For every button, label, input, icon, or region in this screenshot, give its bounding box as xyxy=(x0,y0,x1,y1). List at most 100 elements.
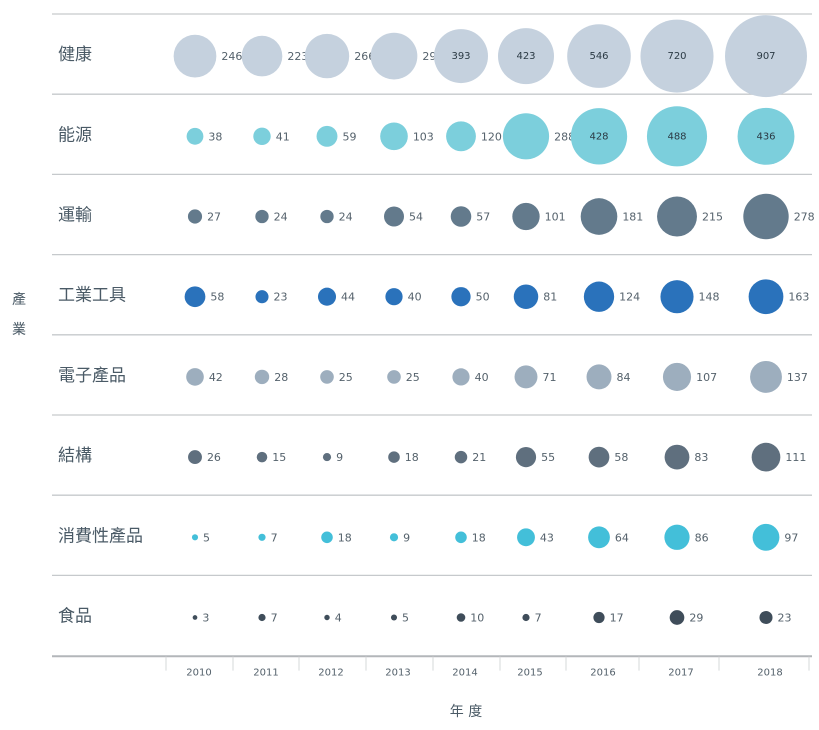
bubble xyxy=(522,614,529,621)
bubble xyxy=(390,533,398,541)
value-label: 101 xyxy=(545,211,566,224)
value-label: 24 xyxy=(339,211,353,224)
category-label: 能源 xyxy=(58,125,92,145)
bubble xyxy=(242,36,283,77)
bubble xyxy=(388,451,400,463)
value-label: 40 xyxy=(408,291,422,304)
x-axis-title: 年 度 xyxy=(450,704,482,720)
bubble xyxy=(305,34,349,78)
value-label: 120 xyxy=(481,130,502,143)
bubble xyxy=(743,194,788,239)
value-label: 54 xyxy=(409,211,423,224)
value-label: 9 xyxy=(403,531,410,544)
value-label: 107 xyxy=(696,371,717,384)
value-label: 40 xyxy=(475,371,489,384)
bubble xyxy=(455,532,467,544)
bubble xyxy=(255,210,268,223)
value-label: 55 xyxy=(541,451,555,464)
bubble xyxy=(452,368,469,385)
value-label: 18 xyxy=(338,531,352,544)
value-label: 278 xyxy=(794,211,815,224)
value-label: 436 xyxy=(756,131,775,142)
y-axis-title-char: 產 xyxy=(12,291,26,308)
x-tick-label: 2015 xyxy=(517,668,542,679)
value-label: 5 xyxy=(203,531,210,544)
value-label: 15 xyxy=(272,451,286,464)
value-label: 428 xyxy=(589,131,608,142)
bubble xyxy=(185,286,206,307)
bubble xyxy=(324,615,329,620)
value-label: 27 xyxy=(207,211,221,224)
x-tick-label: 2017 xyxy=(668,668,693,679)
x-tick-label: 2016 xyxy=(590,668,615,679)
bubble xyxy=(188,209,202,223)
value-label: 546 xyxy=(589,51,608,62)
bubble xyxy=(455,451,467,463)
bubble xyxy=(664,525,689,550)
bubble xyxy=(657,197,697,237)
bubble xyxy=(752,443,781,472)
value-label: 84 xyxy=(616,371,630,384)
bubble xyxy=(588,526,610,548)
x-axis: 201020112012201320142015201620172018 xyxy=(52,657,812,679)
bubble xyxy=(193,615,198,620)
category-label: 電子產品 xyxy=(58,366,126,386)
bubble xyxy=(663,363,691,391)
bubble xyxy=(581,198,618,235)
bubble xyxy=(451,287,470,306)
value-label: 103 xyxy=(413,130,434,143)
value-label: 3 xyxy=(202,612,209,625)
bubble xyxy=(323,453,331,461)
value-label: 907 xyxy=(756,51,775,62)
bubble xyxy=(258,614,265,621)
x-tick-label: 2013 xyxy=(385,668,410,679)
bubble xyxy=(174,35,217,78)
bubble xyxy=(255,290,268,303)
y-axis-title-char: 業 xyxy=(12,322,26,338)
value-label: 7 xyxy=(271,531,278,544)
bubble xyxy=(517,528,535,546)
x-tick-label: 2014 xyxy=(452,668,477,679)
category-label: 工業工具 xyxy=(58,286,126,306)
value-label: 7 xyxy=(535,612,542,625)
value-label: 18 xyxy=(405,451,419,464)
value-label: 58 xyxy=(614,451,628,464)
bubble xyxy=(380,122,408,150)
value-label: 25 xyxy=(339,371,353,384)
category-label: 消費性產品 xyxy=(58,526,143,546)
bubble xyxy=(759,611,772,624)
bubble xyxy=(391,614,397,620)
bubble xyxy=(516,447,536,467)
value-label: 86 xyxy=(695,531,709,544)
bubble xyxy=(187,128,204,145)
category-label: 結構 xyxy=(58,446,92,466)
bubble xyxy=(385,288,402,305)
value-label: 17 xyxy=(610,612,624,625)
value-label: 44 xyxy=(341,291,355,304)
bubble xyxy=(587,364,612,389)
bubble xyxy=(451,206,472,227)
bubble-chart: 健康能源運輸工業工具電子產品結構消費性產品食品 2462232662943934… xyxy=(0,0,819,730)
value-label: 59 xyxy=(342,130,356,143)
bubble xyxy=(660,280,693,313)
bubble xyxy=(257,452,268,463)
value-label: 111 xyxy=(785,451,806,464)
value-label: 4 xyxy=(335,612,342,625)
bubble xyxy=(515,365,538,388)
bubble xyxy=(186,368,204,386)
value-label: 29 xyxy=(689,612,703,625)
y-axis-title: 產業 xyxy=(12,291,26,338)
bubble xyxy=(320,370,334,384)
value-label: 23 xyxy=(274,291,288,304)
bubble xyxy=(258,534,265,541)
value-label: 41 xyxy=(276,130,290,143)
value-label: 38 xyxy=(208,130,222,143)
value-label: 50 xyxy=(476,291,490,304)
value-label: 24 xyxy=(274,211,288,224)
row-dividers xyxy=(52,14,812,656)
bubble xyxy=(387,370,401,384)
value-label: 23 xyxy=(778,612,792,625)
value-label: 81 xyxy=(543,291,557,304)
bubble xyxy=(750,361,782,393)
value-label: 71 xyxy=(542,371,556,384)
